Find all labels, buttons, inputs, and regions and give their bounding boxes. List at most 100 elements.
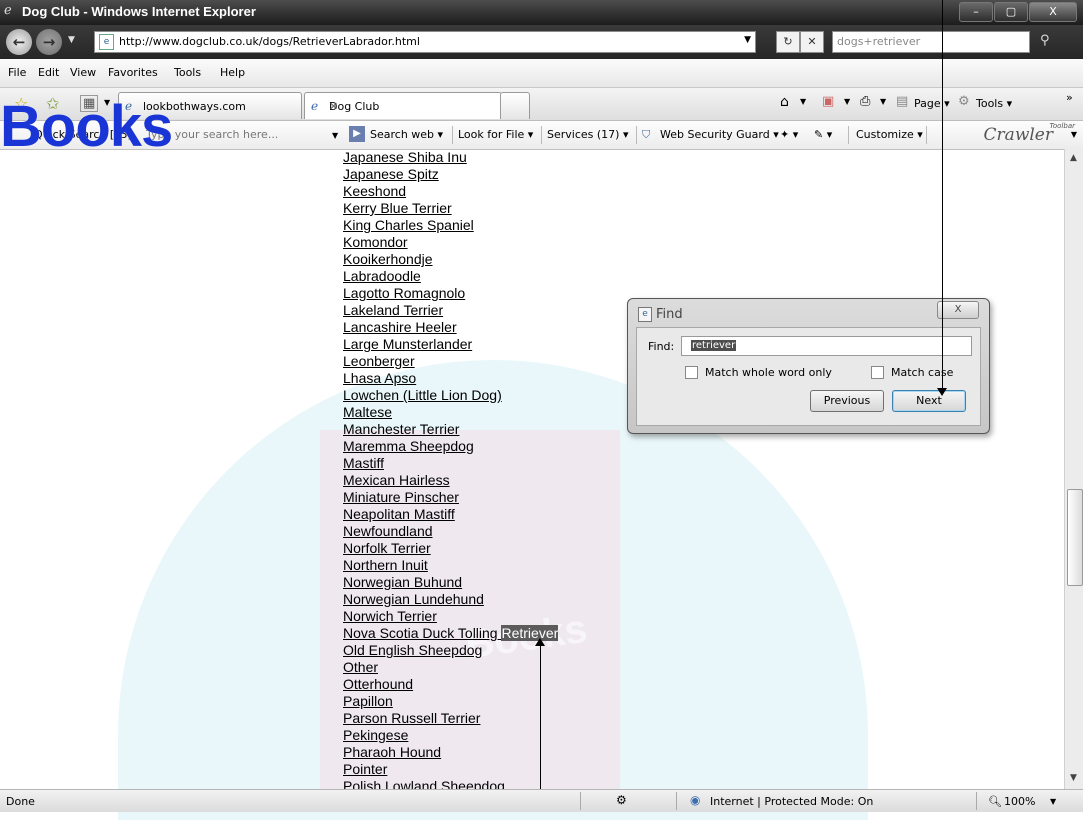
breed-link[interactable]: Old English Sheepdog xyxy=(343,642,482,658)
minimize-button[interactable]: – xyxy=(959,2,993,22)
find-close-button[interactable]: X xyxy=(937,301,979,319)
breed-link[interactable]: Maltese xyxy=(343,404,392,420)
search-icon[interactable]: ⚲ xyxy=(1040,33,1050,48)
breed-link[interactable]: Mexican Hairless xyxy=(343,472,450,488)
breed-link[interactable]: Otterhound xyxy=(343,676,413,692)
menu-tools[interactable]: Tools xyxy=(174,66,201,79)
previous-button[interactable]: Previous xyxy=(810,390,884,412)
new-tab-button[interactable] xyxy=(500,92,530,119)
search-input[interactable]: dogs+retriever xyxy=(832,31,1030,53)
search-dropdown-icon[interactable]: ▼ xyxy=(332,131,338,140)
menu-favorites[interactable]: Favorites xyxy=(108,66,158,79)
plugin-icon[interactable]: ✦ ▾ xyxy=(780,128,798,141)
feeds-icon[interactable]: ▣ xyxy=(822,94,834,109)
breed-link[interactable]: Neapolitan Mastiff xyxy=(343,506,455,522)
maximize-button[interactable]: ▢ xyxy=(994,2,1028,22)
home-icon[interactable]: ⌂ xyxy=(780,94,789,110)
zoom-chevron-icon[interactable]: ▼ xyxy=(1050,797,1056,806)
vertical-scrollbar[interactable]: ▲ ▼ xyxy=(1064,149,1083,789)
breed-link[interactable]: Large Munsterlander xyxy=(343,336,472,352)
home-chevron-icon[interactable]: ▼ xyxy=(800,97,806,106)
menu-view[interactable]: View xyxy=(70,66,96,79)
breed-link[interactable]: Manchester Terrier xyxy=(343,421,459,437)
look-for-file-button[interactable]: Look for File ▾ xyxy=(458,128,533,141)
breed-link[interactable]: Mastiff xyxy=(343,455,384,471)
web-security-guard-button[interactable]: Web Security Guard ▾ xyxy=(660,128,779,141)
list-item: Pointer xyxy=(343,761,558,778)
breed-link[interactable]: Newfoundland xyxy=(343,523,433,539)
breed-link[interactable]: Pekingese xyxy=(343,727,408,743)
address-field[interactable]: e http://www.dogclub.co.uk/dogs/Retrieve… xyxy=(94,31,756,53)
page-content: Japanese Shiba Inu Japanese Spitz Keeshond… xyxy=(0,149,1064,789)
look-for-file-label: Look for File xyxy=(458,128,525,141)
scroll-down-icon[interactable]: ▼ xyxy=(1070,773,1077,783)
breed-link[interactable]: Maremma Sheepdog xyxy=(343,438,474,454)
page-menu[interactable]: Page ▾ xyxy=(914,97,950,110)
feeds-chevron-icon[interactable]: ▼ xyxy=(844,97,850,106)
list-item: Norwegian Lundehund xyxy=(343,591,558,608)
crawler-chevron-icon[interactable]: ▼ xyxy=(1071,130,1077,139)
menu-edit[interactable]: Edit xyxy=(38,66,59,79)
services-button[interactable]: Services (17) ▾ xyxy=(547,128,629,141)
breed-link[interactable]: Lowchen (Little Lion Dog) xyxy=(343,387,502,403)
match-case-checkbox[interactable] xyxy=(871,366,884,379)
breed-link[interactable]: Lagotto Romagnolo xyxy=(343,285,465,301)
list-item: Leonberger xyxy=(343,353,558,370)
tab-close-icon[interactable]: ✕ xyxy=(329,100,493,113)
breed-link[interactable]: Nova Scotia Duck Tolling xyxy=(343,625,501,641)
ie-logo-icon: ℯ xyxy=(4,3,12,18)
forward-button[interactable]: → xyxy=(36,29,62,55)
stop-button[interactable]: ✕ xyxy=(800,31,824,53)
breed-link[interactable]: Other xyxy=(343,659,378,675)
breed-link[interactable]: Parson Russell Terrier xyxy=(343,710,480,726)
find-label: Find: xyxy=(648,340,675,353)
menu-help[interactable]: Help xyxy=(220,66,245,79)
list-item: Kerry Blue Terrier xyxy=(343,200,558,217)
match-whole-word-checkbox[interactable] xyxy=(685,366,698,379)
more-chevron-icon[interactable]: » xyxy=(1066,91,1073,104)
search-web-button[interactable]: Search web ▾ xyxy=(370,128,443,141)
address-dropdown-icon[interactable]: ▼ xyxy=(744,35,751,45)
breed-link[interactable]: Lakeland Terrier xyxy=(343,302,443,318)
print-icon[interactable]: ⎙ xyxy=(860,94,870,109)
menu-file[interactable]: File xyxy=(8,66,26,79)
breed-link[interactable]: Pharaoh Hound xyxy=(343,744,441,760)
breed-link[interactable]: Norwegian Lundehund xyxy=(343,591,484,607)
breed-link[interactable]: Pointer xyxy=(343,761,387,777)
address-url: http://www.dogclub.co.uk/dogs/RetrieverL… xyxy=(119,35,420,48)
breed-link[interactable]: Lhasa Apso xyxy=(343,370,416,386)
tools-menu[interactable]: Tools ▾ xyxy=(976,97,1012,110)
close-button[interactable]: X xyxy=(1029,2,1077,22)
scroll-up-icon[interactable]: ▲ xyxy=(1070,153,1077,163)
back-button[interactable]: ← xyxy=(6,29,32,55)
security-zone[interactable]: Internet | Protected Mode: On xyxy=(710,795,873,808)
customize-button[interactable]: Customize ▾ xyxy=(856,128,923,141)
breed-link[interactable]: Northern Inuit xyxy=(343,557,428,573)
breed-link[interactable]: Komondor xyxy=(343,234,408,250)
zoom-level[interactable]: 100% xyxy=(1004,795,1035,808)
tab-dog-club[interactable]: ℯ Dog Club ✕ xyxy=(304,92,502,119)
brush-icon[interactable]: ✎ ▾ xyxy=(814,128,832,141)
recent-pages-chevron-icon[interactable]: ▼ xyxy=(68,35,75,45)
breed-link[interactable]: King Charles Spaniel xyxy=(343,217,474,233)
breed-link[interactable]: Lancashire Heeler xyxy=(343,319,457,335)
breed-link[interactable]: Leonberger xyxy=(343,353,415,369)
breed-link[interactable]: Kooikerhondje xyxy=(343,251,433,267)
next-button[interactable]: Next xyxy=(892,390,966,412)
scroll-thumb[interactable] xyxy=(1067,489,1083,586)
breed-link[interactable]: Polish Lowland Sheepdog xyxy=(343,778,505,789)
find-input[interactable]: retriever xyxy=(681,336,972,356)
breed-link[interactable]: Norwich Terrier xyxy=(343,608,437,624)
breed-link[interactable]: Keeshond xyxy=(343,183,406,199)
breed-link[interactable]: Papillon xyxy=(343,693,393,709)
breed-link[interactable]: Norfolk Terrier xyxy=(343,540,431,556)
breed-link[interactable]: Japanese Spitz xyxy=(343,166,439,182)
print-chevron-icon[interactable]: ▼ xyxy=(880,97,886,106)
breed-link[interactable]: Norwegian Buhund xyxy=(343,574,462,590)
breed-link[interactable]: Miniature Pinscher xyxy=(343,489,459,505)
breed-link[interactable]: Kerry Blue Terrier xyxy=(343,200,452,216)
breed-link[interactable]: Labradoodle xyxy=(343,268,421,284)
refresh-button[interactable]: ↻ xyxy=(776,31,800,53)
search-web-label: Search web xyxy=(370,128,435,141)
breed-link[interactable]: Japanese Shiba Inu xyxy=(343,149,467,165)
